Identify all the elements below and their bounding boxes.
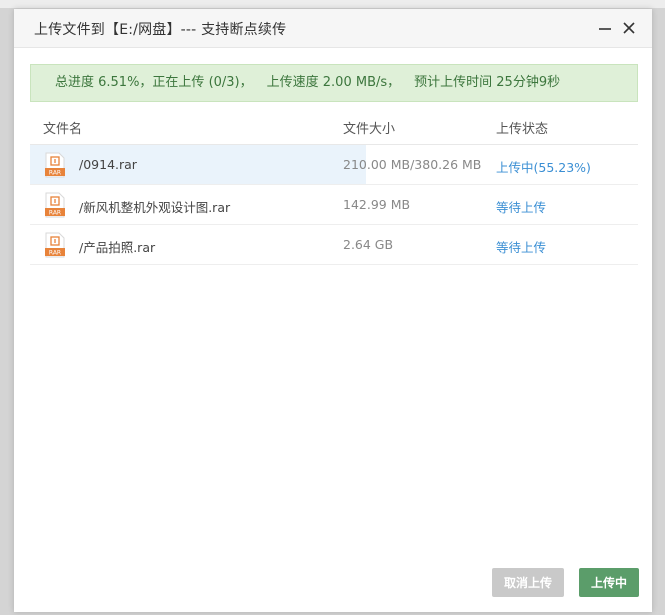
dialog-titlebar: 上传文件到【E:/网盘】--- 支持断点续传 (14, 9, 652, 48)
header-upload-status: 上传状态 (496, 122, 549, 137)
table-header: 文件名 文件大小 上传状态 (30, 107, 638, 145)
rar-file-icon: RAR (43, 152, 67, 178)
file-size: 210.00 MB/380.26 MB (343, 157, 482, 172)
rar-icon-label: RAR (49, 210, 61, 217)
table-row[interactable]: RAR /0914.rar 210.00 MB/380.26 MB 上传中(55… (30, 145, 638, 185)
upload-status[interactable]: 上传中(55.23%) (496, 157, 591, 176)
upload-file-table: 文件名 文件大小 上传状态 RAR /0914.rar 210.00 MB/38… (30, 107, 638, 265)
rar-file-icon: RAR (43, 192, 67, 218)
progress-banner: 总进度 6.51%，正在上传 (0/3)， 上传速度 2.00 MB/s， 预计上传… (30, 64, 638, 102)
background-strip (0, 0, 665, 8)
rar-icon-label: RAR (49, 170, 61, 177)
upload-dialog: 上传文件到【E:/网盘】--- 支持断点续传 总进度 6.51%，正在上传 (0… (14, 9, 652, 612)
upload-status[interactable]: 等待上传 (496, 237, 546, 256)
header-file-name: 文件名 (43, 122, 83, 137)
file-name: /新风机整机外观设计图.rar (79, 200, 231, 215)
dialog-title: 上传文件到【E:/网盘】--- 支持断点续传 (34, 22, 287, 38)
file-name: /0914.rar (79, 157, 137, 172)
table-row[interactable]: RAR /新风机整机外观设计图.rar 142.99 MB 等待上传 (30, 185, 638, 225)
total-progress-text: 总进度 6.51%，正在上传 (0/3)， (55, 75, 253, 90)
file-size: 2.64 GB (343, 237, 394, 252)
header-file-size: 文件大小 (343, 122, 396, 137)
rar-icon-label: RAR (49, 250, 61, 257)
cancel-upload-button[interactable]: 取消上传 (492, 568, 564, 597)
rar-file-icon: RAR (43, 232, 67, 258)
upload-speed-text: 上传速度 2.00 MB/s， (266, 75, 401, 90)
uploading-button[interactable]: 上传中 (579, 568, 639, 597)
minimize-icon[interactable] (596, 19, 614, 37)
table-row[interactable]: RAR /产品拍照.rar 2.64 GB 等待上传 (30, 225, 638, 265)
file-name: /产品拍照.rar (79, 240, 156, 255)
eta-text: 预计上传时间 25分钟9秒 (414, 75, 561, 90)
upload-status[interactable]: 等待上传 (496, 197, 546, 216)
file-size: 142.99 MB (343, 197, 411, 212)
close-icon[interactable] (620, 19, 638, 37)
